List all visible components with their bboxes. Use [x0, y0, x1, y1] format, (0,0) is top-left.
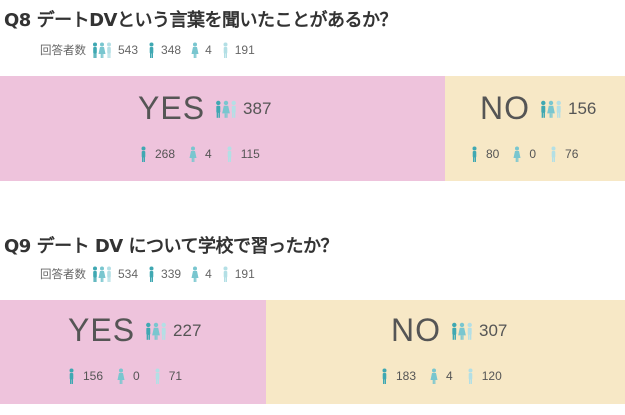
q8-yes-segment: YES 387 268 4 115 [0, 76, 445, 181]
yes-label: YES [138, 90, 206, 126]
yes-female: 4 [205, 147, 212, 161]
people-group-icon [145, 322, 167, 340]
no-male: 183 [396, 369, 417, 383]
people-group-icon [92, 266, 112, 282]
q8-no-breakdown: 80 0 76 [471, 146, 578, 162]
no-total: 307 [479, 320, 508, 340]
people-group-icon [92, 42, 112, 58]
person-male-icon [69, 368, 74, 384]
people-group-icon [540, 100, 562, 118]
person-female-icon [191, 42, 199, 58]
person-male-icon [141, 146, 146, 162]
q9-respondents: 回答者数 534 339 4 191 [40, 266, 255, 282]
person-male-icon [149, 42, 154, 58]
q9-yes-segment: YES 227 156 0 71 [0, 300, 266, 404]
person-male-icon [472, 146, 477, 162]
respondents-other: 191 [234, 43, 255, 57]
yes-label: YES [68, 312, 136, 348]
no-female: 0 [529, 147, 537, 161]
no-label: NO [480, 90, 530, 126]
person-other-icon [223, 266, 228, 282]
respondents-label: 回答者数 [40, 43, 86, 57]
respondents-label: 回答者数 [40, 267, 86, 281]
no-female: 4 [446, 369, 453, 383]
q8-title: Q8 デートDVという言葉を聞いたことがあるか？ [4, 10, 397, 31]
q9-yes-breakdown: 156 0 71 [68, 368, 182, 384]
people-group-icon [451, 322, 473, 340]
yes-male: 156 [83, 369, 104, 383]
person-other-icon [223, 42, 228, 58]
respondents-total: 534 [118, 267, 139, 281]
respondents-female: 4 [205, 43, 212, 57]
respondents-male: 339 [161, 267, 182, 281]
no-other: 76 [565, 147, 579, 161]
q9-bar: YES 227 156 0 71 NO 307 183 4 120 [0, 300, 625, 404]
q9-no-segment: NO 307 183 4 120 [266, 300, 625, 404]
q9-no-answer: NO 307 [391, 312, 507, 349]
person-male-icon [149, 266, 154, 282]
person-male-icon [382, 368, 387, 384]
person-female-icon [513, 146, 521, 162]
yes-total: 387 [243, 98, 272, 118]
person-other-icon [468, 368, 473, 384]
q8-no-answer: NO 156 [480, 90, 596, 127]
person-female-icon [189, 146, 197, 162]
q8-bar: YES 387 268 4 115 NO 156 80 0 76 [0, 76, 625, 181]
people-group-icon [215, 100, 237, 118]
q8-yes-breakdown: 268 4 115 [140, 146, 260, 162]
respondents-male: 348 [161, 43, 182, 57]
q9-no-breakdown: 183 4 120 [381, 368, 502, 384]
person-other-icon [227, 146, 232, 162]
no-other: 120 [481, 369, 502, 383]
q8-respondents: 回答者数 543 348 4 191 [40, 42, 255, 58]
q8-yes-answer: YES 387 [138, 90, 271, 127]
respondents-total: 543 [118, 43, 139, 57]
yes-male: 268 [155, 147, 176, 161]
no-total: 156 [568, 98, 597, 118]
q9-title: Q9 デート DV について学校で習ったか？ [4, 236, 338, 257]
q9-yes-answer: YES 227 [68, 312, 201, 349]
person-female-icon [191, 266, 199, 282]
respondents-female: 4 [205, 267, 212, 281]
yes-female: 0 [133, 369, 140, 383]
person-female-icon [117, 368, 125, 384]
respondents-other: 191 [234, 267, 255, 281]
yes-total: 227 [173, 320, 202, 340]
no-label: NO [391, 312, 441, 348]
person-female-icon [430, 368, 438, 384]
person-other-icon [155, 368, 160, 384]
yes-other: 71 [168, 369, 183, 383]
person-other-icon [551, 146, 556, 162]
q8-no-segment: NO 156 80 0 76 [445, 76, 625, 181]
yes-other: 115 [240, 147, 260, 161]
no-male: 80 [486, 147, 500, 161]
